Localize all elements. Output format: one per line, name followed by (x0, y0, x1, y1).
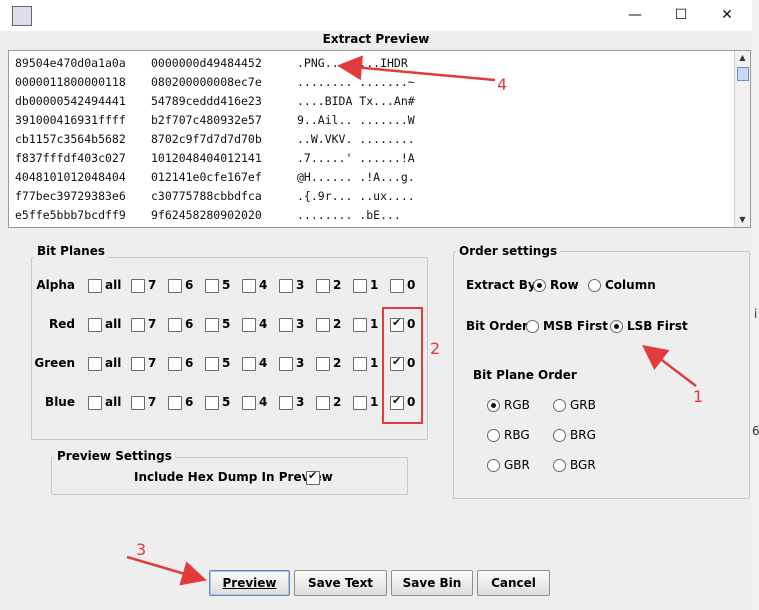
arrow-1 (642, 344, 697, 387)
background-glyph-2: 6 (752, 424, 759, 438)
background-glyph-1: i (754, 307, 758, 321)
background-window-strip: i 6 (752, 0, 759, 610)
arrow-3 (126, 555, 207, 586)
annotation-arrows (126, 55, 697, 586)
extract-dialog-window: — ☐ ✕ Extract Preview 89504e470d0a1a0a 00… (0, 0, 753, 610)
arrow-4 (337, 55, 496, 82)
